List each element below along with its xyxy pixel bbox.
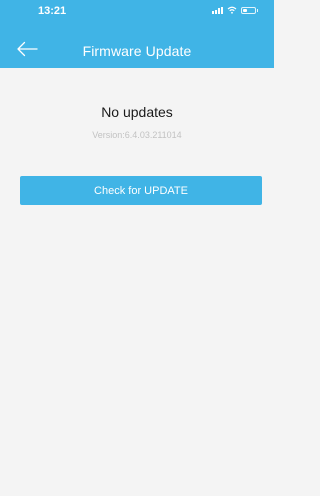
header-bar: 13:21 Firmware Update [0, 0, 274, 68]
battery-icon [241, 6, 258, 14]
status-icons [212, 6, 258, 14]
nav-bar: Firmware Update [0, 30, 274, 68]
update-status-text: No updates [101, 104, 173, 120]
check-for-update-button[interactable]: Check for UPDATE [20, 176, 262, 205]
page-title: Firmware Update [82, 43, 192, 59]
status-time: 13:21 [38, 5, 67, 17]
signal-icon [212, 6, 223, 14]
firmware-version: Version:6.4.03.211014 [92, 130, 182, 140]
battery-level [243, 8, 247, 12]
wifi-icon [227, 6, 237, 14]
main-content: No updates Version:6.4.03.211014 Check f… [0, 68, 274, 496]
status-bar: 13:21 [0, 0, 274, 22]
